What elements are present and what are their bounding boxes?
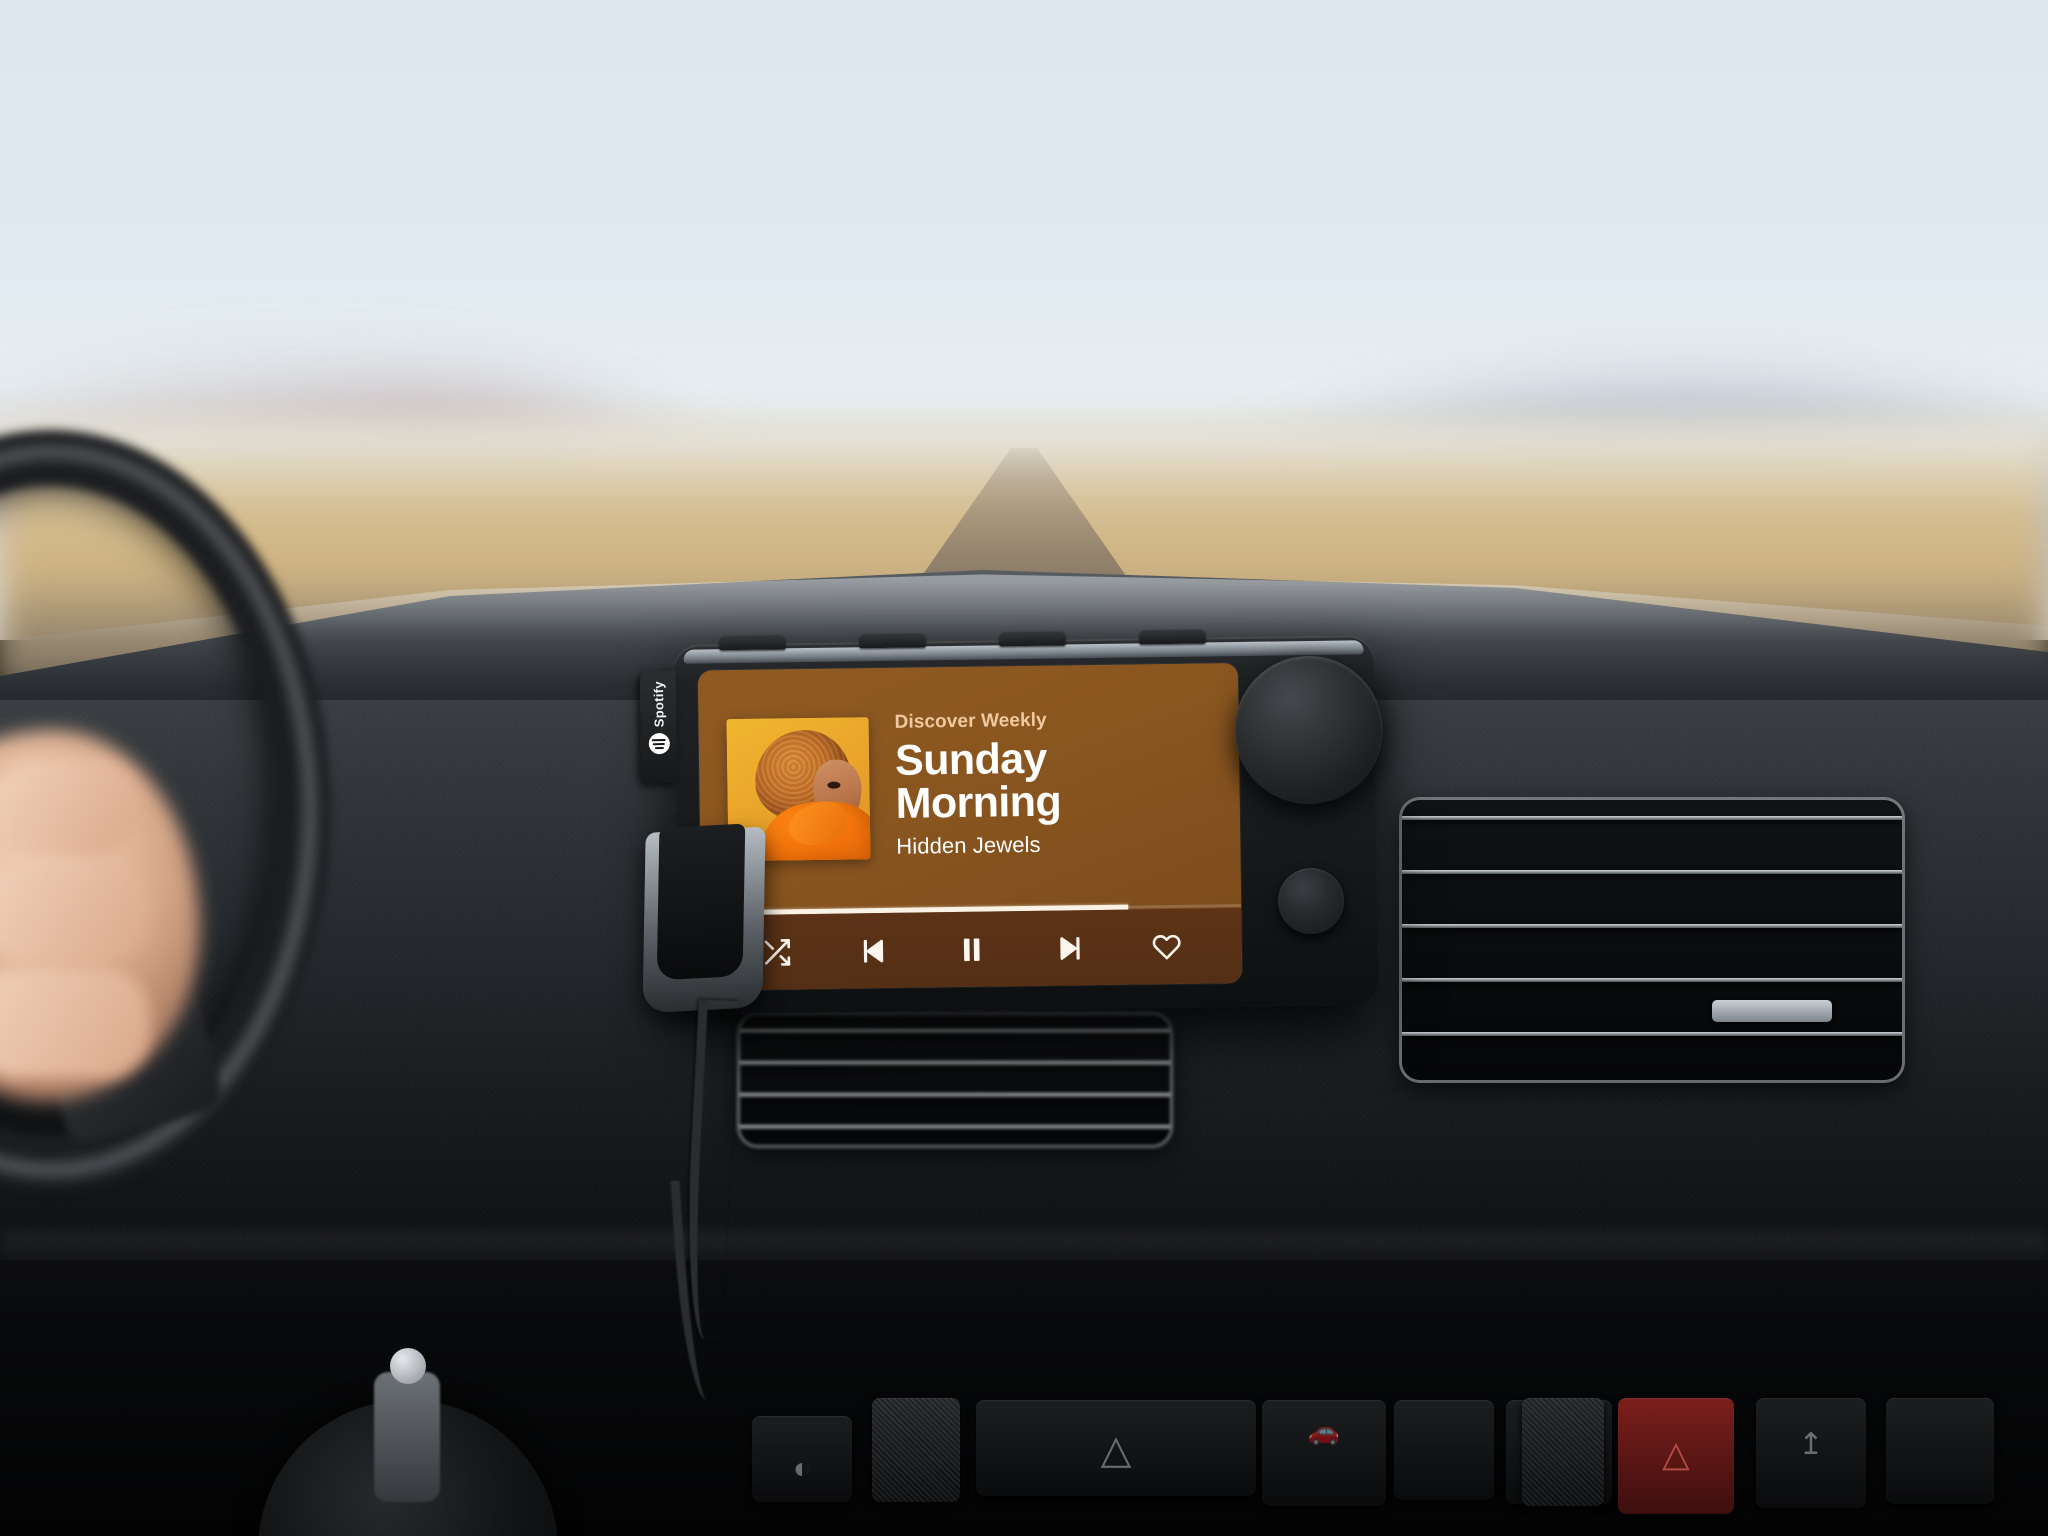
device-screen[interactable]: Discover Weekly Sunday Morning Hidden Je… xyxy=(697,663,1243,991)
preset-button-4[interactable] xyxy=(1139,629,1206,645)
driver-finger xyxy=(0,968,150,1078)
triangle-icon: △ xyxy=(1100,1428,1132,1472)
spotify-brand-tab: Spotify xyxy=(639,670,678,784)
fog-light-button[interactable]: ◐ xyxy=(752,1416,852,1502)
headlight-knob-stem xyxy=(374,1372,440,1502)
car-icon: 🚗 xyxy=(1307,1416,1341,1446)
highway-icon: ↥ xyxy=(1798,1428,1824,1461)
fog-light-icon: ◐ xyxy=(792,1452,812,1485)
track-metadata: Discover Weekly Sunday Morning Hidden Je… xyxy=(894,708,1166,863)
driver-finger xyxy=(0,760,140,856)
previous-button[interactable] xyxy=(850,926,899,975)
skip-forward-icon xyxy=(1053,932,1085,964)
warning-triangle-icon: △ xyxy=(1662,1433,1690,1474)
artist-name: Hidden Jewels xyxy=(896,831,1041,859)
pause-button[interactable] xyxy=(947,925,996,974)
device-mount-inner xyxy=(656,823,746,981)
heart-icon xyxy=(1151,930,1183,962)
next-button[interactable] xyxy=(1045,924,1094,973)
spotify-wordmark: Spotify xyxy=(650,681,667,728)
skip-back-icon xyxy=(858,934,890,966)
car-interior-scene: Spotify Discover Weekly Sunday Morning H… xyxy=(0,0,2048,1536)
playback-controls xyxy=(701,908,1243,991)
hazard-warning-button[interactable]: △ xyxy=(1618,1398,1734,1514)
headlight-knob-pin xyxy=(390,1348,426,1384)
pause-icon xyxy=(955,933,987,965)
track-title: Sunday Morning xyxy=(894,735,1062,828)
center-air-vent[interactable] xyxy=(740,1015,1170,1145)
spotify-car-thing-device[interactable]: Spotify Discover Weekly Sunday Morning H… xyxy=(639,629,1384,1015)
right-air-vent[interactable] xyxy=(1402,800,1902,1080)
volume-knob[interactable] xyxy=(1233,655,1384,806)
blank-button-1[interactable] xyxy=(1394,1400,1494,1500)
preset-button-1[interactable] xyxy=(719,635,786,651)
textured-button-left[interactable] xyxy=(872,1398,960,1502)
preset-button-2[interactable] xyxy=(859,633,926,649)
voice-action-button[interactable] xyxy=(1277,867,1345,935)
like-button[interactable] xyxy=(1143,922,1192,971)
spotify-logo-icon xyxy=(648,733,670,755)
defrost-car-button[interactable]: 🚗 xyxy=(1262,1400,1386,1506)
vent-direction-tab[interactable] xyxy=(1712,1000,1832,1022)
shuffle-icon xyxy=(760,936,792,968)
blank-button-2[interactable] xyxy=(1886,1398,1994,1504)
now-playing-panel: Discover Weekly Sunday Morning Hidden Je… xyxy=(697,663,1242,911)
driver-finger xyxy=(0,862,150,962)
playlist-context-label: Discover Weekly xyxy=(894,710,1047,734)
textured-button-right[interactable] xyxy=(1522,1398,1604,1506)
hazard-triangle-button[interactable]: △ xyxy=(976,1400,1256,1496)
highway-mode-button[interactable]: ↥ xyxy=(1756,1398,1866,1508)
preset-button-3[interactable] xyxy=(999,631,1066,647)
